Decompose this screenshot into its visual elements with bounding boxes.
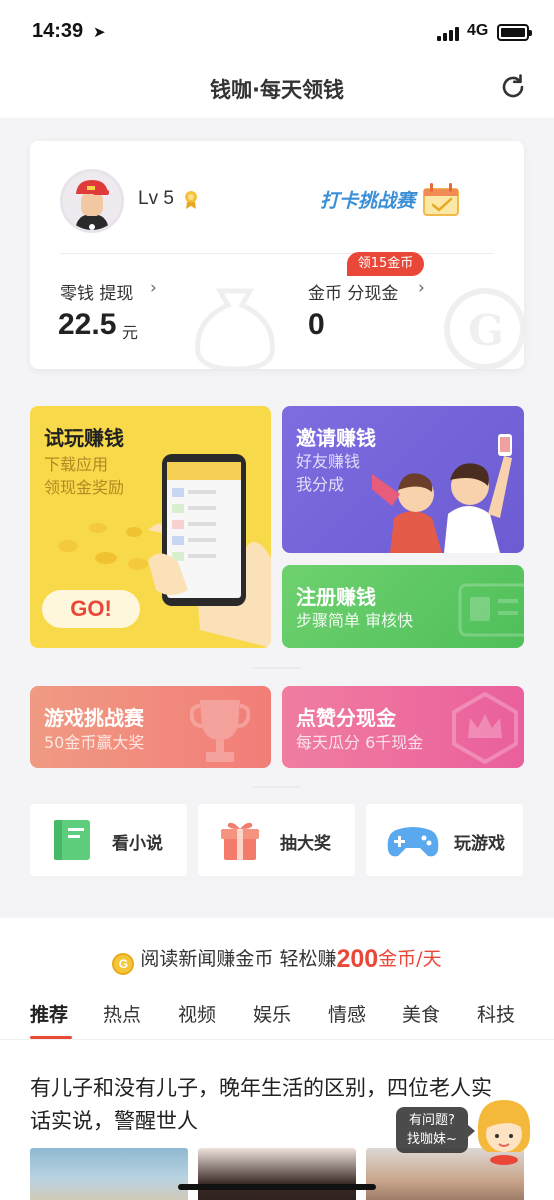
quick-link-games[interactable]: 玩游戏: [366, 804, 523, 876]
quick-link-lottery[interactable]: 抽大奖: [198, 804, 355, 876]
tab-emotion[interactable]: 情感: [328, 1000, 366, 1027]
phone-hand-illustration: [148, 454, 271, 648]
tile-subtitle: 好友赚钱: [296, 452, 361, 471]
tab-entertainment[interactable]: 娱乐: [253, 1000, 291, 1027]
category-tabs: 推荐 热点 视频 娱乐 情感 美食 科技: [0, 1000, 554, 1040]
svg-text:G: G: [468, 306, 504, 355]
page-title: 钱咖·每天领钱: [210, 78, 344, 102]
go-button[interactable]: GO!: [42, 590, 140, 628]
section-divider: [253, 667, 301, 669]
friends-illustration: [372, 434, 512, 553]
read-news-promo: G 阅读新闻赚金币 轻松赚200金币/天: [0, 944, 554, 975]
promo-unit: 金币/天: [378, 948, 442, 970]
id-card-icon: [458, 583, 524, 637]
home-indicator: [178, 1184, 376, 1190]
user-card: Lv 5 打卡挑战赛 零钱 提现 › 22.5 元 领15金币 金币 分现金 ›…: [30, 141, 524, 369]
user-level: Lv 5: [138, 188, 174, 209]
article-thumbnail[interactable]: [30, 1148, 188, 1200]
money-bag-watermark: [195, 288, 275, 369]
article-thumbnail[interactable]: [198, 1148, 356, 1200]
tile-subtitle: 我分成: [296, 475, 345, 494]
network-type: 4G: [467, 22, 489, 39]
helper-mascot-icon[interactable]: [474, 1094, 534, 1166]
section-divider: [253, 786, 301, 788]
crown-badge-icon: [452, 692, 518, 764]
cash-amount: 22.5: [58, 308, 117, 341]
active-tab-indicator: [30, 1036, 72, 1039]
location-arrow-icon: ➤: [93, 23, 106, 41]
avatar[interactable]: [60, 169, 124, 233]
challenge-logo: 打卡挑战赛: [320, 190, 418, 212]
game-challenge-tile[interactable]: 游戏挑战赛 50金币赢大奖: [30, 686, 271, 768]
chevron-right-icon: ›: [418, 278, 425, 298]
cash-unit: 元: [122, 323, 139, 342]
status-time: 14:39: [32, 20, 84, 42]
tile-title: 试玩赚钱: [44, 426, 124, 450]
quick-link-novel[interactable]: 看小说: [30, 804, 187, 876]
coin-reward-badge[interactable]: 领15金币: [347, 252, 424, 276]
register-earn-tile[interactable]: 注册赚钱 步骤简单 审核快: [282, 565, 524, 648]
signal-icon: [437, 25, 461, 41]
gift-icon: [221, 822, 259, 860]
help-line: 有问题?: [409, 1113, 455, 1128]
status-bar: 14:39 ➤ 4G: [0, 0, 554, 64]
coin-watermark: G: [444, 288, 524, 369]
promo-amount: 200: [336, 945, 379, 973]
quick-link-label: 看小说: [112, 834, 163, 854]
tab-food[interactable]: 美食: [402, 1000, 440, 1027]
tile-title: 点赞分现金: [296, 706, 396, 730]
tile-title: 邀请赚钱: [296, 426, 376, 450]
news-feed: G 阅读新闻赚金币 轻松赚200金币/天 推荐 热点 视频 娱乐 情感 美食 科技…: [0, 918, 554, 1200]
gamepad-icon: [387, 827, 439, 857]
tile-subtitle: 下载应用: [44, 455, 109, 474]
tabs-baseline: [0, 1039, 554, 1040]
cash-label: 零钱 提现: [60, 284, 134, 304]
tile-subtitle: 每天瓜分 6千现金: [296, 733, 424, 752]
book-icon: [54, 820, 90, 860]
tab-video[interactable]: 视频: [178, 1000, 216, 1027]
battery-icon: [497, 24, 532, 41]
help-tooltip[interactable]: 有问题? 找咖妹~: [396, 1107, 475, 1153]
tile-title: 注册赚钱: [296, 585, 376, 609]
try-apps-tile[interactable]: 试玩赚钱 下载应用 领现金奖励 GO!: [30, 406, 271, 648]
coins-label: 金币 分现金: [308, 284, 399, 304]
tile-subtitle: 50金币赢大奖: [44, 733, 145, 752]
gold-coin-icon: G: [112, 953, 135, 975]
trophy-icon: [190, 700, 250, 762]
quick-link-label: 抽大奖: [280, 834, 331, 854]
nav-bar: 钱咖·每天领钱: [0, 64, 554, 118]
tile-title: 游戏挑战赛: [44, 706, 144, 730]
invite-friends-tile[interactable]: 邀请赚钱 好友赚钱 我分成: [282, 406, 524, 553]
like-cash-tile[interactable]: 点赞分现金 每天瓜分 6千现金: [282, 686, 524, 768]
coins-amount: 0: [308, 308, 325, 341]
checkin-challenge-banner[interactable]: 打卡挑战赛: [320, 179, 470, 219]
promo-text: 阅读新闻赚金币 轻松赚: [140, 948, 337, 970]
tab-recommend[interactable]: 推荐: [30, 1000, 68, 1027]
tile-subtitle: 步骤简单 审核快: [296, 611, 414, 630]
tab-tech[interactable]: 科技: [477, 1000, 515, 1027]
tab-hot[interactable]: 热点: [103, 1000, 141, 1027]
refresh-icon[interactable]: [498, 72, 528, 102]
help-line: 找咖妹~: [407, 1132, 457, 1147]
quick-link-label: 玩游戏: [454, 834, 505, 854]
tile-subtitle: 领现金奖励: [44, 478, 125, 497]
medal-icon: [185, 191, 197, 209]
chevron-right-icon: ›: [150, 278, 157, 298]
gold-coins-illustration: [58, 523, 148, 570]
card-divider: [60, 253, 494, 254]
